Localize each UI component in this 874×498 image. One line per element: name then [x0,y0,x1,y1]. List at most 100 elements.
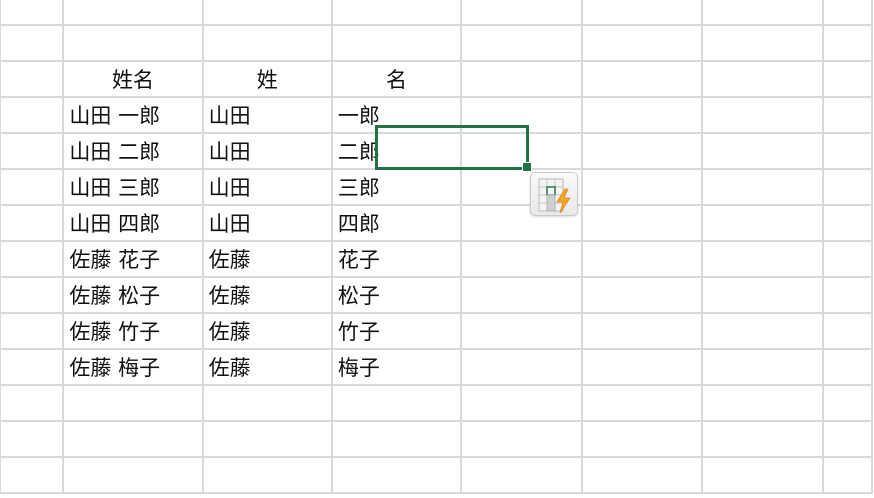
cell[interactable] [0,204,65,242]
cell[interactable] [701,240,824,278]
header-cell-first-name[interactable]: 名 [330,60,463,98]
cell[interactable] [201,24,333,62]
cell[interactable] [580,384,704,422]
cell[interactable] [701,60,824,98]
cell[interactable] [821,384,874,422]
cell[interactable] [460,348,583,386]
cell[interactable] [821,456,874,494]
cell[interactable] [701,24,824,62]
last-name-cell[interactable]: 佐藤 [201,312,333,350]
cell[interactable] [821,132,874,170]
first-name-cell[interactable]: 花子 [330,240,463,278]
first-name-cell[interactable]: 梅子 [330,348,463,386]
first-name-cell-active[interactable]: 二郎 [330,132,463,170]
cell[interactable] [460,420,583,458]
cell[interactable] [701,276,824,314]
cell[interactable] [580,420,704,458]
last-name-cell[interactable]: 山田 [201,204,333,242]
first-name-cell[interactable]: 四郎 [330,204,463,242]
cell[interactable] [460,312,583,350]
cell[interactable] [0,384,65,422]
cell[interactable] [821,60,874,98]
cell[interactable] [460,96,583,134]
full-name-cell[interactable]: 佐藤 竹子 [62,312,204,350]
cell[interactable] [201,384,333,422]
cell[interactable] [580,240,704,278]
last-name-cell[interactable]: 山田 [201,168,333,206]
cell[interactable] [0,24,65,62]
first-name-cell[interactable]: 竹子 [330,312,463,350]
cell[interactable] [701,312,824,350]
first-name-cell[interactable]: 松子 [330,276,463,314]
cell[interactable] [330,456,463,494]
cell[interactable] [821,204,874,242]
first-name-cell[interactable]: 三郎 [330,168,463,206]
cell[interactable] [460,456,583,494]
cell[interactable] [62,420,204,458]
cell[interactable] [821,420,874,458]
last-name-cell[interactable]: 佐藤 [201,240,333,278]
full-name-cell[interactable]: 佐藤 梅子 [62,348,204,386]
cell[interactable] [701,456,824,494]
cell[interactable] [580,0,704,26]
cell[interactable] [330,24,463,62]
cell[interactable] [821,0,874,26]
first-name-cell[interactable]: 一郎 [330,96,463,134]
cell[interactable] [580,456,704,494]
cell[interactable] [580,312,704,350]
full-name-cell[interactable]: 山田 四郎 [62,204,204,242]
cell[interactable] [580,348,704,386]
cell[interactable] [0,60,65,98]
cell[interactable] [62,24,204,62]
fill-handle[interactable] [522,162,532,172]
cell[interactable] [701,0,824,26]
cell[interactable] [580,132,704,170]
cell[interactable] [821,276,874,314]
full-name-cell[interactable]: 山田 二郎 [62,132,204,170]
cell[interactable] [580,24,704,62]
cell[interactable] [0,420,65,458]
cell[interactable] [580,276,704,314]
last-name-cell[interactable]: 山田 [201,132,333,170]
cell[interactable] [701,204,824,242]
full-name-cell[interactable]: 山田 三郎 [62,168,204,206]
cell[interactable] [0,312,65,350]
cell[interactable] [0,456,65,494]
cell[interactable] [701,348,824,386]
last-name-cell[interactable]: 山田 [201,96,333,134]
cell[interactable] [460,240,583,278]
cell[interactable] [701,132,824,170]
cell[interactable] [201,420,333,458]
cell[interactable] [62,456,204,494]
cell[interactable] [580,60,704,98]
cell[interactable] [460,276,583,314]
full-name-cell[interactable]: 佐藤 花子 [62,240,204,278]
last-name-cell[interactable]: 佐藤 [201,276,333,314]
cell[interactable] [580,204,704,242]
cell[interactable] [460,24,583,62]
cell[interactable] [821,24,874,62]
cell[interactable] [460,60,583,98]
cell[interactable] [821,168,874,206]
cell[interactable] [62,0,204,26]
cell[interactable] [821,348,874,386]
cell[interactable] [0,240,65,278]
cell[interactable] [0,348,65,386]
cell[interactable] [821,312,874,350]
full-name-cell[interactable]: 山田 一郎 [62,96,204,134]
cell[interactable] [821,240,874,278]
cell[interactable] [580,168,704,206]
cell[interactable] [701,168,824,206]
cell[interactable] [701,384,824,422]
cell[interactable] [701,96,824,134]
cell[interactable] [201,0,333,26]
cell[interactable] [821,96,874,134]
cell[interactable] [580,96,704,134]
cell[interactable] [0,96,65,134]
header-cell-last-name[interactable]: 姓 [201,60,333,98]
cell[interactable] [62,384,204,422]
header-cell-full-name[interactable]: 姓名 [62,60,204,98]
last-name-cell[interactable]: 佐藤 [201,348,333,386]
cell[interactable] [330,0,463,26]
cell[interactable] [0,276,65,314]
